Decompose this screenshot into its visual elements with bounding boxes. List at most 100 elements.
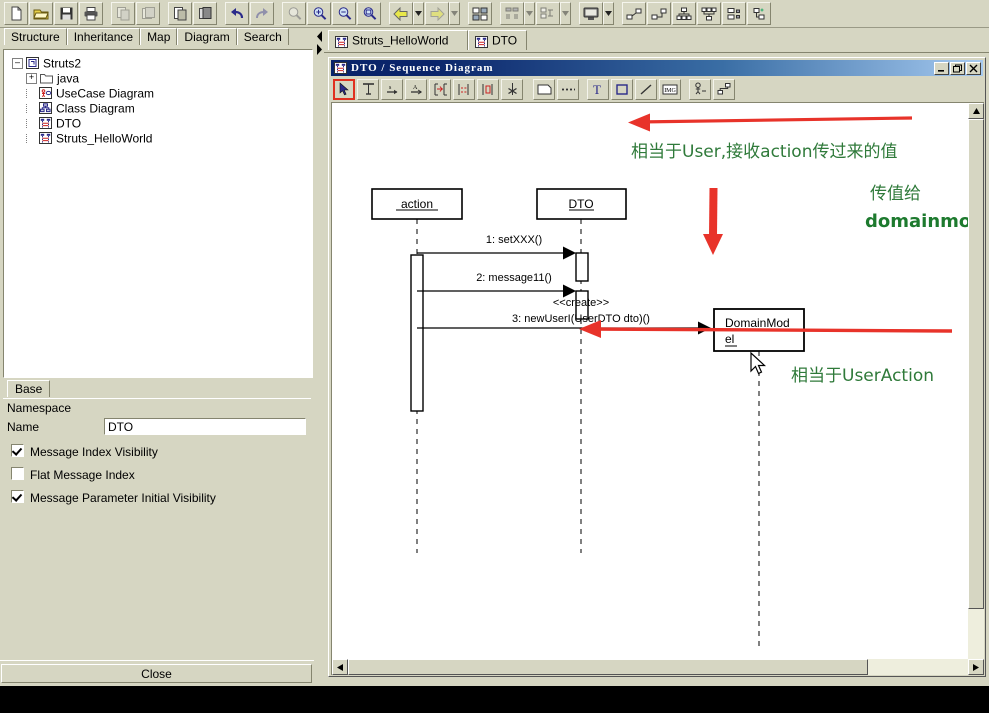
tree-expander-expand[interactable]: + (26, 73, 37, 85)
tab-search[interactable]: Search (236, 28, 289, 45)
scroll-left-button[interactable] (332, 659, 348, 675)
svg-text:1: setXXX(): 1: setXXX() (486, 234, 542, 246)
monitor-dropdown-icon[interactable] (603, 2, 614, 25)
name-input[interactable]: DTO (104, 418, 306, 435)
restore-button[interactable] (950, 61, 965, 75)
line-tool[interactable] (635, 78, 657, 100)
return-message-tool[interactable] (453, 78, 475, 100)
scroll-up-button[interactable] (968, 103, 984, 119)
relation-a-icon[interactable] (622, 2, 646, 25)
paste-icon[interactable] (168, 2, 192, 25)
checkbox-box[interactable] (11, 467, 24, 481)
doc-tab-dto[interactable]: DTO (468, 30, 527, 50)
close-button[interactable]: Close (1, 664, 312, 683)
scroll-thumb-h[interactable] (348, 659, 868, 675)
sequence-diagram-canvas[interactable]: action DTO 1: setXXX() 2: message11() <<… (332, 103, 984, 659)
tab-base[interactable]: Base (7, 380, 51, 397)
sync-message-tool[interactable]: s (381, 78, 403, 100)
close-button[interactable] (966, 61, 981, 75)
tree-up-icon[interactable] (697, 2, 721, 25)
scroll-track[interactable] (968, 119, 984, 659)
image-tool[interactable]: IMG (659, 78, 681, 100)
splitter-collapse-arrows[interactable] (316, 30, 323, 56)
tab-structure[interactable]: Structure (4, 28, 67, 45)
tree-expander-collapse[interactable]: – (12, 58, 23, 70)
scroll-track-h[interactable] (348, 659, 968, 675)
diagram-overview-icon[interactable] (468, 2, 492, 25)
tree-node-dto[interactable]: DTO (4, 116, 312, 131)
actor-tool[interactable] (689, 78, 711, 100)
project-icon (26, 57, 40, 70)
nodes-icon[interactable] (722, 2, 746, 25)
create-message-tool[interactable] (429, 78, 451, 100)
left-panel: Structure Inheritance Map Diagram Search – St… (0, 28, 314, 686)
forward-icon[interactable] (425, 2, 449, 25)
back-icon[interactable] (389, 2, 413, 25)
select-tool[interactable] (333, 78, 355, 100)
sequence-diagram-icon (334, 62, 347, 74)
align-icon[interactable] (500, 2, 524, 25)
checkbox-message-index-visibility[interactable]: Message Index Visibility (3, 444, 311, 467)
monitor-icon[interactable] (579, 2, 603, 25)
canvas-vertical-scrollbar[interactable] (968, 103, 984, 675)
tab-inheritance[interactable]: Inheritance (66, 28, 141, 45)
panel-splitter[interactable] (315, 28, 324, 685)
rectangle-tool[interactable] (611, 78, 633, 100)
layout-icon[interactable] (536, 2, 560, 25)
zoom-out-icon[interactable] (332, 2, 356, 25)
canvas-horizontal-scrollbar[interactable] (332, 659, 984, 675)
zoom-in-icon[interactable] (307, 2, 331, 25)
object-tool[interactable] (713, 78, 735, 100)
minimize-button[interactable] (934, 61, 949, 75)
zoom-reset-icon[interactable] (282, 2, 306, 25)
undo-icon[interactable] (225, 2, 249, 25)
property-name: Name DTO (3, 418, 311, 440)
checkbox-box[interactable] (11, 444, 24, 458)
tree-node-usecase-diagram[interactable]: UseCase Diagram (4, 86, 312, 101)
doc-tab-label: DTO (492, 33, 518, 48)
tree-connector (26, 89, 36, 99)
back-dropdown-icon[interactable] (413, 2, 424, 25)
scroll-right-button[interactable] (968, 659, 984, 675)
tree-label: java (57, 71, 80, 86)
lifeline-tool[interactable] (357, 78, 379, 100)
checkbox-message-parameter-initial-visibility[interactable]: Message Parameter Initial Visibility (3, 490, 311, 513)
diagram-window-titlebar[interactable]: DTO / Sequence Diagram (331, 60, 983, 76)
redo-icon[interactable] (250, 2, 274, 25)
note-anchor-tool[interactable] (557, 78, 579, 100)
open-folder-icon[interactable] (29, 2, 53, 25)
cut-icon[interactable] (111, 2, 135, 25)
tree-node-struts-helloworld[interactable]: Struts_HelloWorld (4, 131, 312, 146)
svg-text:T: T (593, 82, 601, 96)
doc-tab-struts-helloworld[interactable]: Struts_HelloWorld (328, 30, 468, 50)
project-tree[interactable]: – Struts2 + java UseCase Diagram Class Dia… (3, 49, 313, 378)
tree-down-icon[interactable] (672, 2, 696, 25)
forward-dropdown-icon[interactable] (449, 2, 460, 25)
self-message-tool[interactable] (477, 78, 499, 100)
print-icon[interactable] (79, 2, 103, 25)
tree-node-class-diagram[interactable]: Class Diagram (4, 101, 312, 116)
save-icon[interactable] (54, 2, 78, 25)
svg-text:domainmodel: domainmodel (865, 211, 968, 232)
paste-all-icon[interactable] (193, 2, 217, 25)
checkbox-flat-message-index[interactable]: Flat Message Index (3, 467, 311, 490)
checkbox-box[interactable] (11, 490, 24, 504)
tab-diagram[interactable]: Diagram (177, 28, 237, 45)
zoom-fit-icon[interactable] (357, 2, 381, 25)
tree-node-java[interactable]: + java (4, 71, 312, 86)
async-message-tool[interactable]: A (405, 78, 427, 100)
text-tool[interactable]: T (587, 78, 609, 100)
copy-icon[interactable] (136, 2, 160, 25)
layout-dropdown-icon[interactable] (560, 2, 571, 25)
relation-b-icon[interactable] (647, 2, 671, 25)
add-node-icon[interactable] (747, 2, 771, 25)
new-file-icon[interactable] (4, 2, 28, 25)
tab-map[interactable]: Map (140, 28, 178, 45)
tree-node-struts2[interactable]: – Struts2 (4, 56, 312, 71)
diagram-canvas-scroll[interactable]: action DTO 1: setXXX() 2: message11() <<… (331, 102, 984, 675)
align-dropdown-icon[interactable] (524, 2, 535, 25)
scroll-thumb[interactable] (968, 119, 984, 609)
note-tool[interactable] (533, 78, 555, 100)
destroy-tool[interactable] (501, 78, 523, 100)
svg-text:DomainMod: DomainMod (725, 316, 790, 330)
